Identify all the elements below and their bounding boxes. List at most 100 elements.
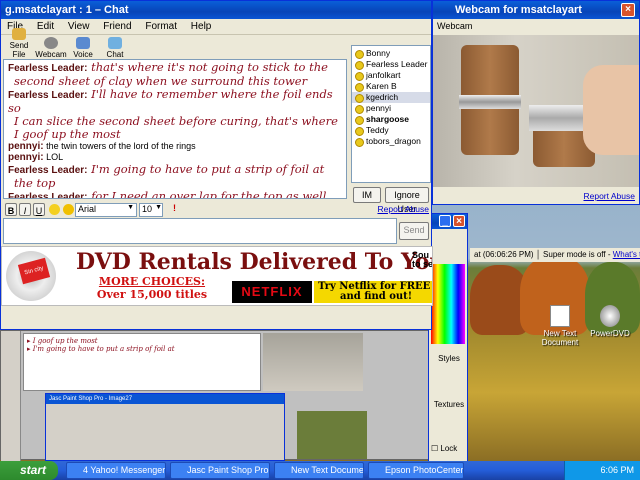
chat-menubar: File Edit View Friend Format Help bbox=[1, 19, 431, 35]
friend-item[interactable]: kgedrich bbox=[352, 92, 430, 103]
message-sender: Fearless Leader: bbox=[8, 165, 88, 176]
im-button[interactable]: IM bbox=[353, 187, 381, 203]
message-sender: Fearless Leader: bbox=[8, 192, 88, 199]
chat-bubble-icon bbox=[108, 37, 122, 49]
chat-message-line: Fearless Leader: for I need an over lap … bbox=[8, 190, 342, 199]
psp-chat-screenshot: ▸ I goof up the most ▸ I'm going to have… bbox=[23, 333, 261, 391]
message-text: I can slice the second sheet before curi… bbox=[14, 114, 338, 128]
minimize-button[interactable]: _ bbox=[439, 215, 451, 227]
text-file-icon bbox=[550, 305, 570, 327]
ignore-user-button[interactable]: Ignore User bbox=[385, 187, 429, 214]
taskbar: start 4 Yahoo! Messenger Jasc Paint Shop… bbox=[0, 461, 640, 480]
psp-tool-palette[interactable] bbox=[1, 331, 21, 461]
menu-edit[interactable]: Edit bbox=[37, 21, 54, 32]
task-epson-photocenter[interactable]: Epson PhotoCenter - ... bbox=[368, 462, 464, 479]
smiley-icon[interactable] bbox=[63, 204, 74, 215]
message-text: I'm going to have to put a strip of foil… bbox=[91, 162, 325, 176]
color-icon[interactable] bbox=[49, 204, 60, 215]
task-paint-shop-pro[interactable]: Jasc Paint Shop Pro - ... bbox=[170, 462, 270, 479]
ad-side-text: Sou to se bbox=[412, 251, 433, 269]
webcam-icon bbox=[44, 37, 58, 49]
palette-titlebar: _ × bbox=[429, 214, 467, 229]
webcam-status-bar: at (06:06:26 PM) │ Super mode is off - W… bbox=[470, 248, 640, 262]
format-toolbar: B I U Arial ▼ 10 ▼ ! Report Abuse bbox=[1, 202, 433, 218]
menu-help[interactable]: Help bbox=[191, 21, 212, 32]
send-button[interactable]: Send bbox=[399, 222, 429, 240]
friend-item[interactable]: tobors_dragon bbox=[352, 136, 430, 147]
chevron-down-icon: ▼ bbox=[155, 204, 162, 211]
clock[interactable]: 6:06 PM bbox=[600, 465, 634, 475]
font-size-select[interactable]: 10 ▼ bbox=[139, 203, 163, 217]
netflix-ad-banner[interactable]: Sin city DVD Rentals Delivered To You MO… bbox=[1, 246, 433, 306]
menu-view[interactable]: View bbox=[68, 21, 90, 32]
ad-headline: DVD Rentals Delivered To You bbox=[76, 249, 433, 275]
dvd-disc-icon: Sin city bbox=[6, 251, 56, 301]
friend-item[interactable]: Karen B bbox=[352, 81, 430, 92]
powerdvd-icon bbox=[600, 305, 620, 327]
start-button[interactable]: start bbox=[0, 461, 58, 480]
menu-format[interactable]: Format bbox=[145, 21, 177, 32]
chat-message-line: I goof up the most bbox=[8, 128, 342, 141]
textures-label: Textures bbox=[433, 400, 465, 409]
foil-band bbox=[459, 95, 521, 109]
webcam-titlebar: Webcam for msatclayart × bbox=[433, 1, 639, 19]
chat-message-line: Fearless Leader: I'll have to remember w… bbox=[8, 88, 342, 115]
close-button[interactable]: × bbox=[621, 3, 635, 17]
message-text: second sheet of clay when we surround th… bbox=[14, 74, 308, 88]
friend-item[interactable]: pennyi bbox=[352, 103, 430, 114]
paint-shop-pro-window[interactable]: ▸ I goof up the most ▸ I'm going to have… bbox=[0, 330, 432, 461]
chat-message-line: pennyi: the twin towers of the lord of t… bbox=[8, 141, 342, 152]
message-text: I goof up the most bbox=[14, 127, 121, 141]
font-select[interactable]: Arial ▼ bbox=[75, 203, 137, 217]
chat-report-abuse-link[interactable]: Report Abuse bbox=[377, 204, 429, 214]
message-text: that's where it's not going to stick to … bbox=[91, 60, 328, 74]
message-sender: Fearless Leader: bbox=[8, 63, 88, 74]
buzz-icon[interactable]: ! bbox=[173, 203, 176, 213]
desktop-icon-powerdvd[interactable]: PowerDVD bbox=[580, 305, 640, 338]
lock-checkbox[interactable]: ☐ Lock bbox=[431, 444, 467, 453]
underline-button[interactable]: U bbox=[33, 203, 45, 216]
friend-item[interactable]: Bonny bbox=[352, 48, 430, 59]
italic-button[interactable]: I bbox=[19, 203, 31, 216]
netflix-logo: NETFLIX bbox=[232, 281, 312, 303]
voice-button[interactable]: Voice bbox=[67, 37, 99, 59]
close-button[interactable]: × bbox=[453, 215, 465, 227]
task-new-text-document[interactable]: New Text Document - ... bbox=[274, 462, 364, 479]
message-text: LOL bbox=[46, 152, 64, 162]
chat-messages: Fearless Leader: that's where it's not g… bbox=[3, 59, 347, 199]
message-input[interactable] bbox=[3, 218, 397, 244]
message-text: the twin towers of the lord of the rings bbox=[46, 141, 196, 151]
webcam-video bbox=[433, 35, 639, 187]
webcam-report-abuse-link[interactable]: Report Abuse bbox=[583, 191, 635, 201]
psp-color-palette-window[interactable]: _ × Styles Textures ☐ Lock bbox=[428, 213, 468, 463]
webcam-window[interactable]: Webcam for msatclayart × Webcam Report A… bbox=[432, 0, 640, 205]
whats-this-link[interactable]: What's this? bbox=[613, 250, 640, 259]
send-file-button[interactable]: Send File bbox=[3, 28, 35, 59]
microphone-icon bbox=[76, 37, 90, 49]
message-text: the top bbox=[14, 176, 56, 190]
bold-button[interactable]: B bbox=[5, 203, 17, 216]
message-sender: pennyi: bbox=[8, 152, 44, 163]
psp-desktop-thumb bbox=[297, 411, 367, 459]
chat-button[interactable]: Chat bbox=[99, 37, 131, 59]
psp-webcam-screenshot bbox=[263, 333, 363, 391]
friends-list[interactable]: Bonny Fearless Leader janfolkart Karen Bkge… bbox=[351, 45, 431, 183]
chat-titlebar: g.msatclayart : 1 – Chat bbox=[1, 1, 431, 19]
chat-message-line: Fearless Leader: that's where it's not g… bbox=[8, 61, 342, 75]
friend-item[interactable]: Teddy bbox=[352, 125, 430, 136]
friend-item[interactable]: Fearless Leader bbox=[352, 59, 430, 70]
friend-item[interactable]: janfolkart bbox=[352, 70, 430, 81]
chat-window[interactable]: g.msatclayart : 1 – Chat File Edit View … bbox=[0, 0, 433, 330]
system-tray: 6:06 PM bbox=[564, 461, 640, 480]
try-netflix-button[interactable]: Try Netflix for FREE and find out! bbox=[314, 281, 432, 303]
hand bbox=[583, 65, 639, 155]
webcam-button[interactable]: Webcam bbox=[35, 37, 67, 59]
webcam-menu[interactable]: Webcam bbox=[433, 19, 639, 34]
task-yahoo-messenger[interactable]: 4 Yahoo! Messenger bbox=[66, 462, 166, 479]
friend-item[interactable]: shargoose bbox=[352, 114, 430, 125]
menu-friend[interactable]: Friend bbox=[103, 21, 131, 32]
color-spectrum[interactable] bbox=[431, 264, 465, 344]
ad-more-choices: MORE CHOICES: Over 15,000 titles bbox=[96, 275, 208, 301]
chevron-down-icon: ▼ bbox=[127, 204, 134, 211]
chat-message-line: Fearless Leader: I'm going to have to pu… bbox=[8, 163, 342, 177]
